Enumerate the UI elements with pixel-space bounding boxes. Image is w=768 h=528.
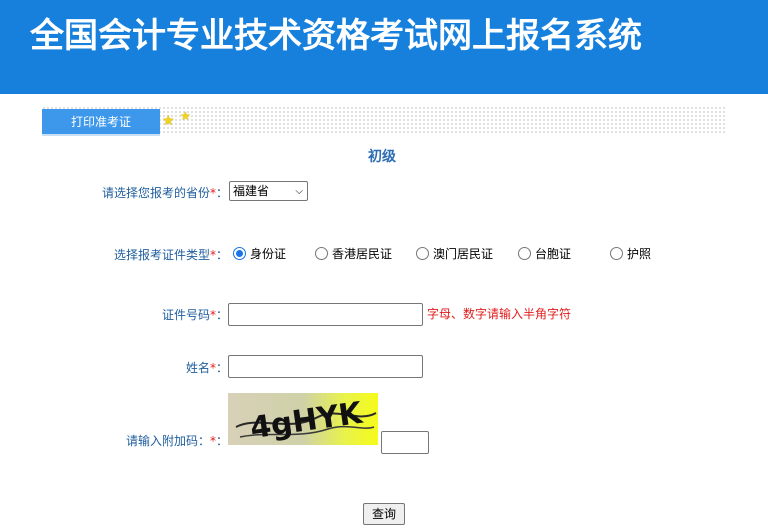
province-label: 请选择您报考的省份*： [102, 186, 229, 200]
radio-taiwan-permit[interactable]: 台胞证 [518, 245, 571, 262]
tab-bar: 打印准考证 [42, 106, 726, 136]
captcha-label: 请输入附加码：*： [126, 434, 229, 448]
radio-label: 护照 [627, 247, 652, 261]
page-title: 全国会计专业技术资格考试网上报名系统 [30, 16, 642, 56]
captcha-image-graphic: 4gHYK [235, 396, 377, 445]
page-header: 全国会计专业技术资格考试网上报名系统 [0, 0, 768, 94]
id-number-label: 证件号码*： [162, 308, 229, 322]
id-number-hint: 字母、数字请输入半角字符 [427, 307, 572, 321]
id-type-label: 选择报考证件类型*： [114, 248, 229, 262]
radio-button[interactable] [315, 247, 328, 260]
captcha-input[interactable] [381, 431, 429, 454]
radio-button[interactable] [416, 247, 429, 260]
star-icon: ★ [162, 113, 175, 129]
province-select[interactable]: 福建省 ⌵ [229, 181, 308, 201]
radio-label: 香港居民证 [332, 247, 393, 261]
radio-id-card[interactable]: 身份证 [233, 245, 286, 262]
province-select-value: 福建省 [233, 184, 270, 198]
radio-label: 身份证 [250, 247, 287, 261]
radio-button[interactable] [518, 247, 531, 260]
radio-button-checked[interactable] [233, 247, 246, 260]
captcha-text: 4gHYK [248, 396, 366, 445]
radio-macau-permit[interactable]: 澳门居民证 [416, 245, 493, 262]
tab-print-admission-ticket[interactable]: 打印准考证 [42, 109, 160, 136]
name-label: 姓名*： [186, 361, 229, 375]
star-icon: ★ [180, 109, 191, 123]
name-input[interactable] [228, 355, 423, 378]
radio-label: 澳门居民证 [433, 247, 494, 261]
radio-passport[interactable]: 护照 [610, 245, 651, 262]
id-number-input[interactable] [228, 303, 423, 326]
exam-level-heading: 初级 [368, 149, 396, 165]
radio-label: 台胞证 [535, 247, 572, 261]
radio-hong-kong-permit[interactable]: 香港居民证 [315, 245, 392, 262]
radio-button[interactable] [610, 247, 623, 260]
captcha-image[interactable]: 4gHYK [228, 393, 378, 445]
tab-underline [42, 134, 160, 136]
chevron-down-icon: ⌵ [295, 186, 303, 197]
query-button[interactable]: 查询 [363, 503, 405, 525]
